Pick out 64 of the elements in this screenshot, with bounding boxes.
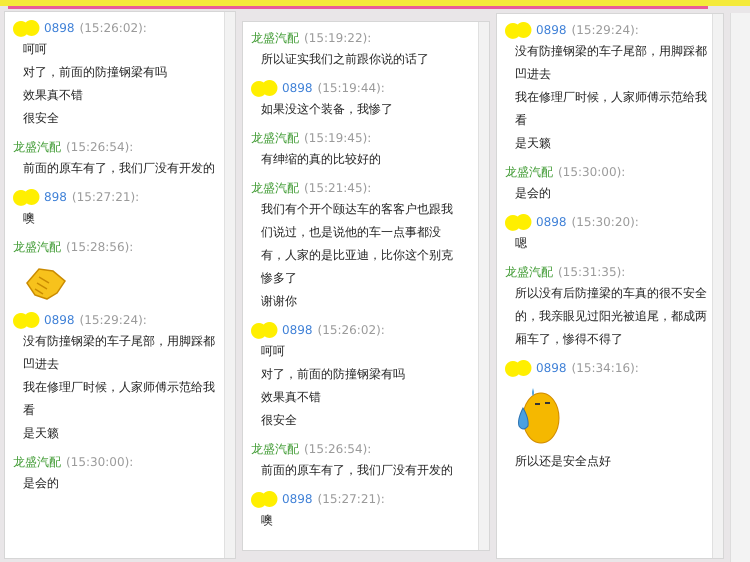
message-time: (15:30:20): xyxy=(572,215,639,229)
sender-name: 龙盛汽配 xyxy=(251,440,299,458)
message-time: (15:19:44): xyxy=(318,81,385,95)
message-time: (15:27:21): xyxy=(318,492,385,506)
message-time: (15:26:54): xyxy=(304,442,372,456)
sender-name: 0898 xyxy=(44,21,75,35)
message-time: (15:26:02): xyxy=(318,323,385,337)
message-text: 谢谢你 xyxy=(261,293,298,310)
message-text: 所以证实我们之前跟你说的话了 xyxy=(261,51,430,68)
sender-name: 0898 xyxy=(536,215,567,229)
message-text: 是会的 xyxy=(23,475,60,492)
message-text: 是会的 xyxy=(515,185,552,202)
message-text: 没有防撞钢梁的车子尾部，用脚踩都凹进去 xyxy=(515,43,708,83)
message-text: 嗯 xyxy=(515,235,528,252)
message-text: 前面的原车有了，我们厂没有开发的 xyxy=(23,160,216,177)
message-time: (15:28:56): xyxy=(66,240,134,254)
message-text: 我在修理厂时候，人家师傅示范给我看 xyxy=(515,89,708,129)
sender-name: 0898 xyxy=(282,323,313,337)
message-time: (15:26:02): xyxy=(80,21,147,35)
message-time: (15:30:00): xyxy=(66,455,134,469)
message-text: 很安全 xyxy=(23,110,60,127)
message-text: 所以没有后防撞梁的车真的很不安全的，我亲眼见过阳光被追尾，都成两厢车了，惨得不得了 xyxy=(515,285,708,348)
message-text: 如果没这个装备，我惨了 xyxy=(261,101,394,118)
sender-name: 龙盛汽配 xyxy=(505,264,553,280)
sender-name: 0898 xyxy=(44,313,75,327)
message-time: (15:27:21): xyxy=(72,190,140,204)
message-text: 效果真不错 xyxy=(23,87,84,104)
sender-name: 龙盛汽配 xyxy=(251,30,299,46)
message-time: (15:34:16): xyxy=(572,361,639,375)
message-time: (15:31:35): xyxy=(558,265,626,279)
message-time: (15:21:45): xyxy=(304,181,372,195)
message-text: 所以还是安全点好 xyxy=(515,453,612,470)
message-time: (15:30:00): xyxy=(558,165,626,179)
message-text: 是天籁 xyxy=(515,135,552,152)
message-text: 前面的原车有了，我们厂没有开发的 xyxy=(261,462,454,479)
message-text: 对了，前面的防撞钢梁有吗 xyxy=(261,366,406,383)
sender-name: 0898 xyxy=(282,492,313,506)
sender-name: 龙盛汽配 xyxy=(251,130,299,146)
message-text: 是天籁 xyxy=(23,425,60,442)
message-text: 对了，前面的防撞钢梁有吗 xyxy=(23,64,168,81)
message-text: 我在修理厂时候，人家师傅示范给我看 xyxy=(23,379,216,419)
sender-name: 龙盛汽配 xyxy=(505,164,553,180)
message-time: (15:19:45): xyxy=(304,131,372,145)
message-text: 噢 xyxy=(261,512,274,529)
message-text: 噢 xyxy=(23,210,36,227)
sender-name: 898 xyxy=(44,190,67,204)
message-text: 呵呵 xyxy=(23,41,48,58)
message-time: (15:26:54): xyxy=(66,140,134,154)
message-time: (15:29:24): xyxy=(572,23,639,37)
message-text: 没有防撞钢梁的车子尾部，用脚踩都凹进去 xyxy=(23,333,216,373)
message-time: (15:29:24): xyxy=(80,313,147,327)
message-text: 我们有个开个颐达车的客客户也跟我们说过，也是说他的车一点事都没有，人家的是比亚迪，比你这个别克惨多了 xyxy=(261,201,454,287)
sender-name: 0898 xyxy=(536,23,567,37)
sender-name: 龙盛汽配 xyxy=(13,238,61,256)
sender-name: 0898 xyxy=(282,81,313,95)
message-text: 很安全 xyxy=(261,412,298,429)
message-text: 有绅缩的真的比较好的 xyxy=(261,151,382,168)
message-time: (15:19:22): xyxy=(304,31,372,45)
sender-name: 龙盛汽配 xyxy=(13,138,61,156)
sender-name: 0898 xyxy=(536,361,567,375)
sender-name: 龙盛汽配 xyxy=(251,180,299,196)
message-text: 呵呵 xyxy=(261,343,286,360)
message-text: 效果真不错 xyxy=(261,389,322,406)
sender-name: 龙盛汽配 xyxy=(13,454,61,470)
